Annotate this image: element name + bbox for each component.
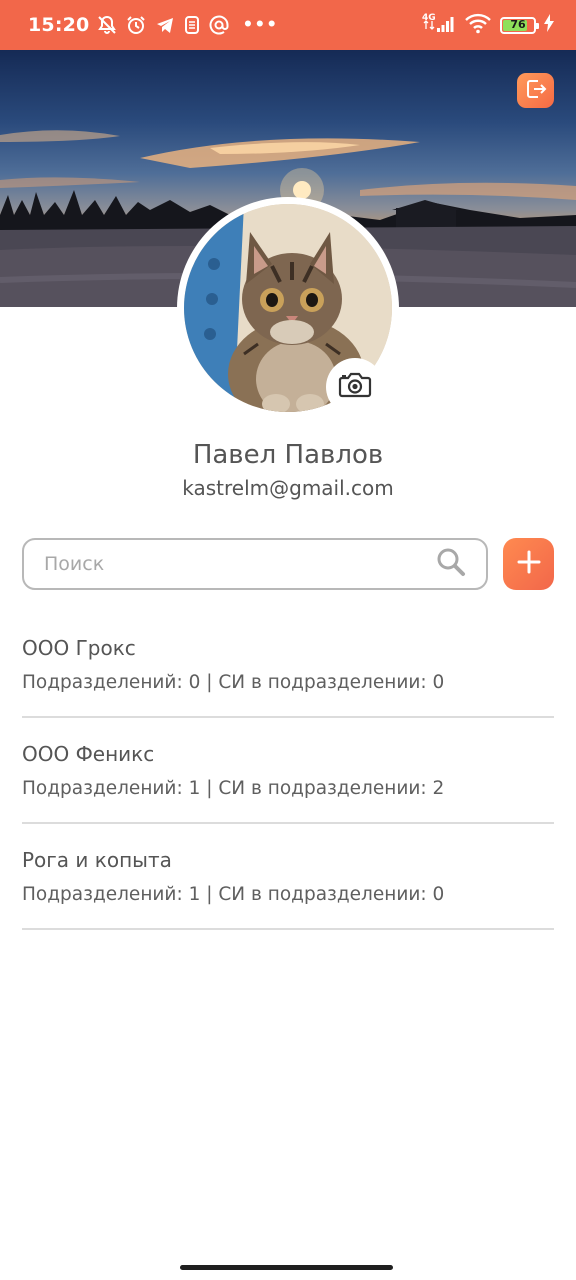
at-icon [209, 15, 229, 35]
status-notification-icons: ••• [97, 15, 278, 35]
search-icon[interactable] [436, 547, 466, 581]
profile-email: kastrelm@gmail.com [182, 476, 394, 500]
battery-percent: 76 [510, 17, 526, 31]
search-input[interactable] [44, 553, 436, 575]
organization-name: Рога и копыта [22, 848, 172, 872]
home-indicator[interactable] [180, 1265, 393, 1270]
wifi-icon [464, 12, 492, 38]
charging-icon [544, 14, 554, 36]
logout-button[interactable] [517, 73, 554, 108]
status-time: 15:20 [28, 14, 90, 36]
organization-meta: Подразделений: 0 | СИ в подразделении: 0 [22, 672, 445, 693]
organization-list: ООО Грокс Подразделений: 0 | СИ в подраз… [22, 612, 554, 930]
network-label: 4G [422, 13, 436, 23]
battery-icon: 76 [500, 16, 539, 34]
alarm-icon [126, 15, 146, 35]
organization-meta: Подразделений: 1 | СИ в подразделении: 0 [22, 884, 445, 905]
organization-meta: Подразделений: 1 | СИ в подразделении: 2 [22, 778, 445, 799]
logout-icon [524, 77, 548, 105]
app-icon [184, 15, 200, 35]
organization-name: ООО Феникс [22, 742, 155, 766]
status-system-icons: 4G 76 [422, 12, 554, 38]
organization-name: ООО Грокс [22, 636, 136, 660]
change-photo-button[interactable] [326, 358, 384, 416]
search-box[interactable] [22, 538, 488, 590]
status-bar: 15:20 ••• 4G 76 [0, 0, 576, 50]
more-dots-icon: ••• [242, 15, 279, 35]
profile-name: Павел Павлов [192, 440, 384, 470]
plus-icon [517, 550, 541, 578]
camera-icon [338, 372, 372, 402]
list-item[interactable]: ООО Феникс Подразделений: 1 | СИ в подра… [22, 718, 554, 824]
add-organization-button[interactable] [503, 538, 554, 590]
list-item[interactable]: Рога и копыта Подразделений: 1 | СИ в по… [22, 824, 554, 930]
signal-icon: 4G [422, 12, 456, 38]
telegram-icon [155, 15, 175, 35]
bell-off-icon [97, 15, 117, 35]
list-item[interactable]: ООО Грокс Подразделений: 0 | СИ в подраз… [22, 612, 554, 718]
